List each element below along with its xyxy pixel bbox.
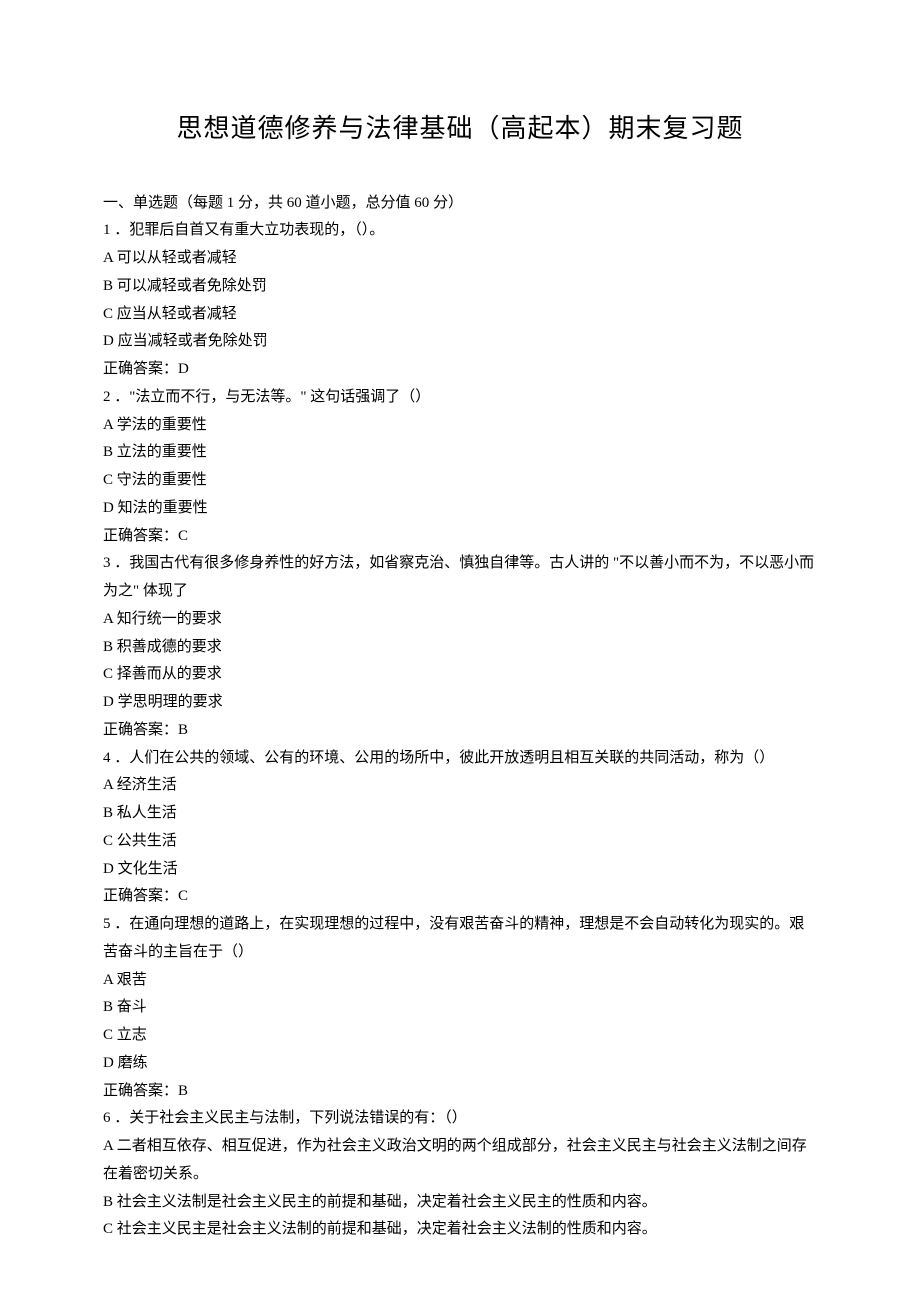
- question-text: ．关于社会主义民主与法制，下列说法错误的有：（）: [114, 1110, 467, 1126]
- option-d: D 磨练: [103, 1050, 817, 1078]
- question-stem: 4 ．人们在公共的领域、公有的环境、公用的场所中，彼此开放透明且相互关联的共同活…: [103, 745, 817, 773]
- option-d: D 知法的重要性: [103, 495, 817, 523]
- option-a: A 可以从轻或者减轻: [103, 245, 817, 273]
- option-c: C 择善而从的要求: [103, 661, 817, 689]
- question-number: 2: [103, 389, 111, 405]
- question-number: 3: [103, 555, 111, 571]
- option-c: C 社会主义民主是社会主义法制的前提和基础，决定着社会主义法制的性质和内容。: [103, 1216, 817, 1244]
- option-a: A 经济生活: [103, 772, 817, 800]
- section-header: 一、单选题（每题 1 分，共 60 道小题，总分值 60 分）: [103, 190, 817, 218]
- correct-answer: 正确答案：C: [103, 883, 817, 911]
- correct-answer: 正确答案：C: [103, 523, 817, 551]
- question-stem: 5 ．在通向理想的道路上，在实现理想的过程中，没有艰苦奋斗的精神，理想是不会自动…: [103, 911, 817, 967]
- option-b: B 奋斗: [103, 994, 817, 1022]
- question-number: 1: [103, 222, 111, 238]
- question-text: ．人们在公共的领域、公有的环境、公用的场所中，彼此开放透明且相互关联的共同活动，…: [114, 750, 774, 766]
- option-d: D 学思明理的要求: [103, 689, 817, 717]
- question-number: 4: [103, 750, 111, 766]
- option-b: B 私人生活: [103, 800, 817, 828]
- option-a: A 艰苦: [103, 967, 817, 995]
- question-text: ．犯罪后自首又有重大立功表现的，（）。: [114, 222, 384, 238]
- correct-answer: 正确答案：B: [103, 717, 817, 745]
- page-title: 思想道德修养与法律基础（高起本）期末复习题: [103, 105, 817, 153]
- option-a: A 二者相互依存、相互促进，作为社会主义政治文明的两个组成部分，社会主义民主与社…: [103, 1133, 817, 1189]
- question-number: 6: [103, 1110, 111, 1126]
- option-c: C 立志: [103, 1022, 817, 1050]
- option-c: C 公共生活: [103, 828, 817, 856]
- question-text: ．我国古代有很多修身养性的好方法，如省察克治、慎独自律等。古人讲的 "不以善小而…: [103, 555, 814, 599]
- question-stem: 1 ．犯罪后自首又有重大立功表现的，（）。: [103, 217, 817, 245]
- option-a: A 知行统一的要求: [103, 606, 817, 634]
- question-stem: 6 ．关于社会主义民主与法制，下列说法错误的有：（）: [103, 1105, 817, 1133]
- correct-answer: 正确答案：D: [103, 356, 817, 384]
- option-d: D 应当减轻或者免除处罚: [103, 328, 817, 356]
- option-c: C 守法的重要性: [103, 467, 817, 495]
- question-text: ．在通向理想的道路上，在实现理想的过程中，没有艰苦奋斗的精神，理想是不会自动转化…: [103, 916, 804, 960]
- option-c: C 应当从轻或者减轻: [103, 301, 817, 329]
- correct-answer: 正确答案：B: [103, 1078, 817, 1106]
- question-number: 5: [103, 916, 111, 932]
- option-b: B 社会主义法制是社会主义民主的前提和基础，决定着社会主义民主的性质和内容。: [103, 1189, 817, 1217]
- option-a: A 学法的重要性: [103, 412, 817, 440]
- question-stem: 2 ．"法立而不行，与无法等。" 这句话强调了（）: [103, 384, 817, 412]
- option-b: B 积善成德的要求: [103, 634, 817, 662]
- question-stem: 3 ．我国古代有很多修身养性的好方法，如省察克治、慎独自律等。古人讲的 "不以善…: [103, 550, 817, 606]
- option-b: B 可以减轻或者免除处罚: [103, 273, 817, 301]
- question-text: ．"法立而不行，与无法等。" 这句话强调了（）: [114, 389, 430, 405]
- option-d: D 文化生活: [103, 856, 817, 884]
- option-b: B 立法的重要性: [103, 439, 817, 467]
